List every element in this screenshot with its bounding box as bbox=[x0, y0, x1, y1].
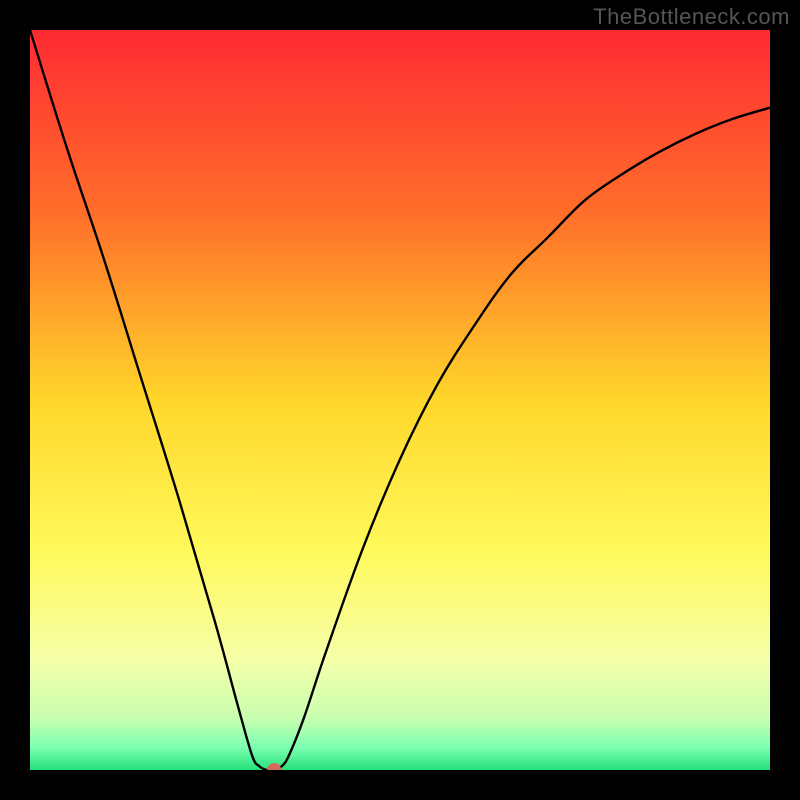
watermark-text: TheBottleneck.com bbox=[593, 4, 790, 30]
chart-svg bbox=[30, 30, 770, 770]
chart-frame: TheBottleneck.com bbox=[0, 0, 800, 800]
plot-area bbox=[30, 30, 770, 770]
gradient-background bbox=[30, 30, 770, 770]
